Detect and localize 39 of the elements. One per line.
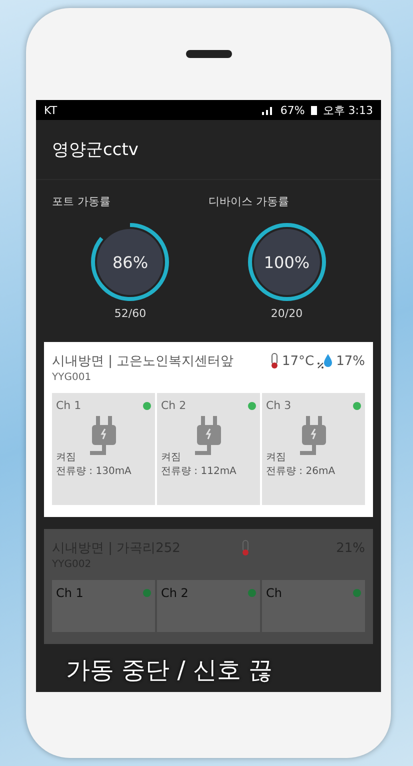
channel-name: Ch 3 bbox=[266, 399, 292, 412]
channel-name: Ch 2 bbox=[161, 586, 188, 600]
site-code: YYG001 bbox=[52, 372, 92, 383]
app-title: 영양군cctv bbox=[52, 140, 138, 160]
gauge-count: 20/20 bbox=[270, 307, 303, 320]
channel-name: Ch 2 bbox=[161, 399, 186, 412]
gauge-count: 52/60 bbox=[114, 307, 146, 320]
current-reading: 전류량 : 112mA bbox=[161, 465, 238, 478]
site-title: 시내방면 | 고은노인복지센터앞 bbox=[52, 353, 235, 370]
battery-icon bbox=[310, 105, 317, 115]
humidity-icon bbox=[317, 353, 334, 369]
signal-icon bbox=[262, 105, 274, 115]
carrier-label: KT bbox=[44, 104, 58, 116]
channel-panel[interactable]: Ch 1 켜짐 전류량 : 130mA bbox=[52, 393, 155, 505]
channel-panel[interactable]: Ch 2 켜짐 전류량 : 112mA bbox=[157, 393, 260, 505]
channel-name: Ch 1 bbox=[56, 586, 84, 600]
channel-panel[interactable]: Ch 3 켜짐 전류량 : 26mA bbox=[262, 393, 365, 505]
temperature-reading: 17°C bbox=[282, 354, 314, 368]
gauge-dial bbox=[254, 229, 320, 295]
channel-name: Ch bbox=[266, 586, 282, 600]
caption-text: 가동 중단 / 신호 끊 bbox=[66, 655, 273, 686]
site-card[interactable]: 시내방면 | 고은노인복지센터앞 17°C 17% YYG001 Ch 1 켜짐 전류량 : 130mA Ch 2 켜짐 전류량 : 112mA Ch 3 켜짐 전류량 : 26mA bbox=[44, 342, 373, 517]
speaker-grille bbox=[186, 50, 232, 58]
gauge-label: 포트 가동률 bbox=[52, 194, 110, 209]
power-state: 켜짐 bbox=[266, 451, 287, 464]
current-reading: 전류량 : 130mA bbox=[56, 465, 132, 478]
channel-name: Ch 1 bbox=[56, 399, 82, 412]
thermometer-icon bbox=[241, 540, 250, 556]
gauge-value: 100% bbox=[264, 252, 310, 272]
gauge-dial bbox=[97, 229, 164, 295]
humidity-reading: 17% bbox=[336, 354, 365, 368]
battery-percent: 67% bbox=[280, 104, 305, 116]
gauge-label: 디바이스 가동률 bbox=[208, 194, 289, 209]
power-state: 켜짐 bbox=[161, 451, 182, 464]
gauge-value: 86% bbox=[112, 252, 148, 272]
clock: 오후 3:13 bbox=[322, 102, 373, 118]
power-state: 켜짐 bbox=[56, 451, 77, 464]
thermometer-icon bbox=[270, 353, 279, 369]
current-reading: 전류량 : 26mA bbox=[266, 465, 336, 478]
